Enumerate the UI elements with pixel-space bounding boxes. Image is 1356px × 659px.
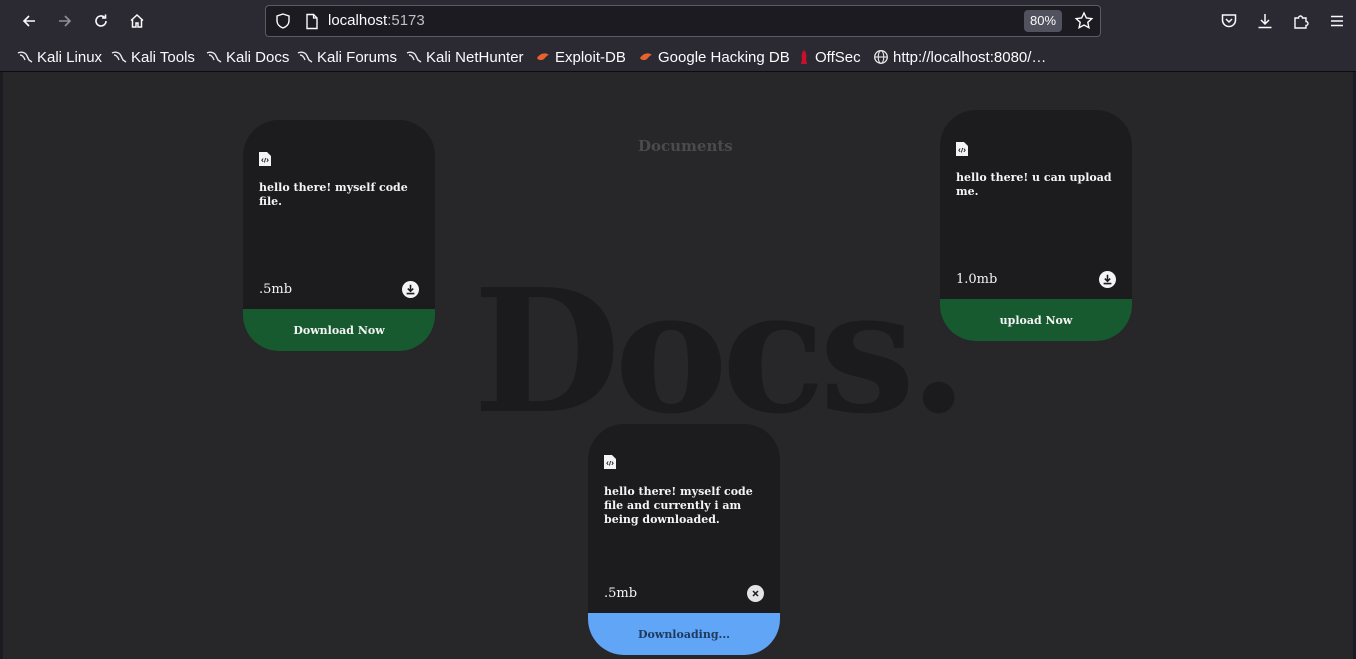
url-port: :5173: [387, 12, 425, 29]
page-content: Docs. Documents hello there! myself code…: [3, 72, 1353, 659]
bookmark-label: Kali Linux: [37, 48, 103, 66]
zoom-level-button[interactable]: 80%: [1024, 10, 1063, 32]
download-icon[interactable]: [402, 281, 419, 298]
menu-icon: [1331, 15, 1343, 27]
pocket-icon: [1221, 14, 1237, 28]
download-icon[interactable]: [1099, 271, 1116, 288]
card-description: hello there! myself code file.: [259, 181, 408, 208]
bookmark-kali-docs[interactable]: Kali Docs: [206, 47, 289, 67]
code-file-icon: [956, 142, 968, 156]
bookmark-kali-linux[interactable]: Kali Linux: [17, 47, 102, 67]
bookmark-exploit-db[interactable]: Exploit-DB: [535, 47, 626, 67]
url-bar[interactable]: localhost:5173 80%: [265, 5, 1101, 37]
bookmark-label: http://localhost:8080/…: [893, 48, 1047, 66]
code-file-icon: [604, 455, 616, 469]
document-card[interactable]: hello there! myself code file and curren…: [588, 424, 780, 655]
bookmark-offsec[interactable]: OffSec: [797, 47, 861, 67]
bookmark-kali-nethunter[interactable]: Kali NetHunter: [406, 47, 524, 67]
bookmark-label: OffSec: [815, 48, 861, 66]
reload-button[interactable]: [87, 7, 115, 35]
bookmark-kali-forums[interactable]: Kali Forums: [297, 47, 397, 67]
close-icon[interactable]: [747, 585, 764, 602]
home-icon: [130, 13, 144, 28]
pocket-button[interactable]: [1216, 8, 1242, 34]
downloads-button[interactable]: [1252, 8, 1278, 34]
globe-icon: [874, 50, 888, 64]
bookmark-localhost-8080[interactable]: http://localhost:8080/…: [873, 47, 1046, 67]
download-icon: [1258, 14, 1272, 29]
card-description: hello there! u can upload me.: [956, 171, 1112, 198]
code-file-icon: [259, 152, 271, 166]
upload-now-button[interactable]: upload Now: [940, 299, 1132, 341]
star-icon[interactable]: [1074, 11, 1094, 31]
shield-icon[interactable]: [274, 12, 292, 30]
bookmarks-toolbar: Kali Linux Kali Tools Kali Docs Kali For…: [0, 42, 1356, 72]
app-menu-button[interactable]: [1324, 8, 1350, 34]
bookmark-label: Kali Tools: [131, 48, 195, 66]
bookmark-label: Kali Docs: [226, 48, 290, 66]
page-icon: [306, 13, 318, 30]
file-size: 1.0mb: [956, 272, 998, 287]
bookmark-google-hacking-db[interactable]: Google Hacking DB: [638, 47, 790, 67]
extensions-button[interactable]: [1288, 8, 1314, 34]
home-button[interactable]: [123, 7, 151, 35]
url-host: localhost: [328, 12, 388, 29]
page-title: Documents: [638, 137, 733, 155]
file-size: .5mb: [604, 586, 638, 601]
reload-icon: [95, 14, 107, 27]
forward-arrow-icon: [59, 15, 72, 27]
document-card[interactable]: hello there! myself code file. .5mb Down…: [243, 120, 435, 351]
exploit-db-icon: [640, 53, 652, 61]
offsec-icon: [801, 50, 807, 64]
downloading-status-button[interactable]: Downloading...: [588, 613, 780, 655]
bookmark-label: Kali Forums: [317, 48, 398, 66]
bookmark-label: Exploit-DB: [555, 48, 626, 66]
extensions-icon: [1294, 15, 1309, 29]
kali-dragon-icon: [111, 51, 127, 63]
background-heading: Docs.: [473, 252, 968, 452]
kali-dragon-icon: [297, 51, 313, 63]
exploit-db-icon: [537, 53, 549, 61]
forward-button[interactable]: [51, 7, 79, 35]
document-card[interactable]: hello there! u can upload me. 1.0mb uplo…: [940, 110, 1132, 341]
kali-dragon-icon: [206, 51, 222, 63]
download-now-button[interactable]: Download Now: [243, 309, 435, 351]
file-size: .5mb: [259, 282, 293, 297]
bookmark-label: Google Hacking DB: [658, 48, 790, 66]
back-button[interactable]: [15, 7, 43, 35]
bookmark-label: Kali NetHunter: [426, 48, 524, 66]
url-text[interactable]: localhost:5173: [328, 12, 425, 29]
card-description: hello there! myself code file and curren…: [604, 485, 753, 526]
bookmark-kali-tools[interactable]: Kali Tools: [111, 47, 195, 67]
kali-dragon-icon: [406, 51, 422, 63]
browser-toolbar: localhost:5173 80%: [0, 0, 1356, 42]
kali-dragon-icon: [17, 51, 33, 63]
back-arrow-icon: [22, 15, 35, 27]
